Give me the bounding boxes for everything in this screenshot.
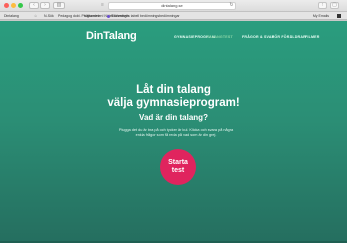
nav-talangtest[interactable]: TALANGTEST: [207, 35, 233, 39]
nav-filmer[interactable]: FILMER: [305, 35, 320, 39]
minimize-window-icon[interactable]: [11, 3, 16, 8]
bookmark-item[interactable]: My Emails: [313, 12, 329, 20]
bookmark-item[interactable]: Skolverket's tabell bedömningsbedömninga…: [107, 12, 180, 20]
bookmark-item[interactable]: Dintalang: [4, 12, 19, 20]
start-test-button[interactable]: Starta test: [160, 149, 196, 185]
nav-for-foraldrar[interactable]: FÖR FÖRÄLDRAR: [272, 35, 306, 39]
bookmark-label: Skolverket's tabell bedömningsbedömninga…: [110, 14, 180, 18]
address-bar[interactable]: dintalang.se: [108, 2, 236, 10]
share-icon[interactable]: ↑: [318, 2, 327, 9]
hero-headline-line2: välja gymnasieprogram!: [107, 96, 240, 109]
bookmark-item[interactable]: N-Sök: [44, 12, 54, 20]
maximize-window-icon[interactable]: [18, 3, 23, 8]
bookmark-favicon-icon: [107, 14, 110, 18]
reader-mode-icon[interactable]: ≡: [100, 2, 105, 9]
close-window-icon[interactable]: [4, 3, 9, 8]
hero-headline-line1: Låt din talang: [136, 84, 211, 96]
bookmark-star-icon[interactable]: ☆: [34, 12, 37, 20]
start-test-label-line1: Starta: [168, 159, 188, 166]
sidebar-toggle-icon[interactable]: ▥: [53, 2, 65, 9]
bookmarks-bar: Dintalang ☆ N-Sök Pedagog dokt. Programl…: [0, 12, 347, 20]
hero-headline: Låt din talang välja gymnasieprogram!: [0, 84, 347, 109]
hero-description: Plugga det du är bra på och tycker är ku…: [118, 128, 234, 138]
site-logo[interactable]: DinTalang: [86, 30, 137, 42]
forward-button[interactable]: ›: [40, 2, 50, 9]
back-button[interactable]: ‹: [29, 2, 39, 9]
tabs-overview-icon[interactable]: ▢: [330, 2, 339, 9]
page-content: DinTalang GYMNASIEPROGRAM TALANGTEST FRÅ…: [0, 21, 347, 243]
start-test-label-line2: test: [171, 167, 185, 174]
nav-fragor-svar[interactable]: FRÅGOR & SVAR: [242, 35, 274, 39]
hero-subheading: Vad är din talang?: [139, 113, 208, 122]
browser-toolbar: ‹ › ▥ ≡ dintalang.se ↻ ↑ ▢: [0, 0, 347, 12]
reload-icon[interactable]: ↻: [228, 2, 235, 9]
bookmark-square-icon[interactable]: [337, 14, 341, 18]
